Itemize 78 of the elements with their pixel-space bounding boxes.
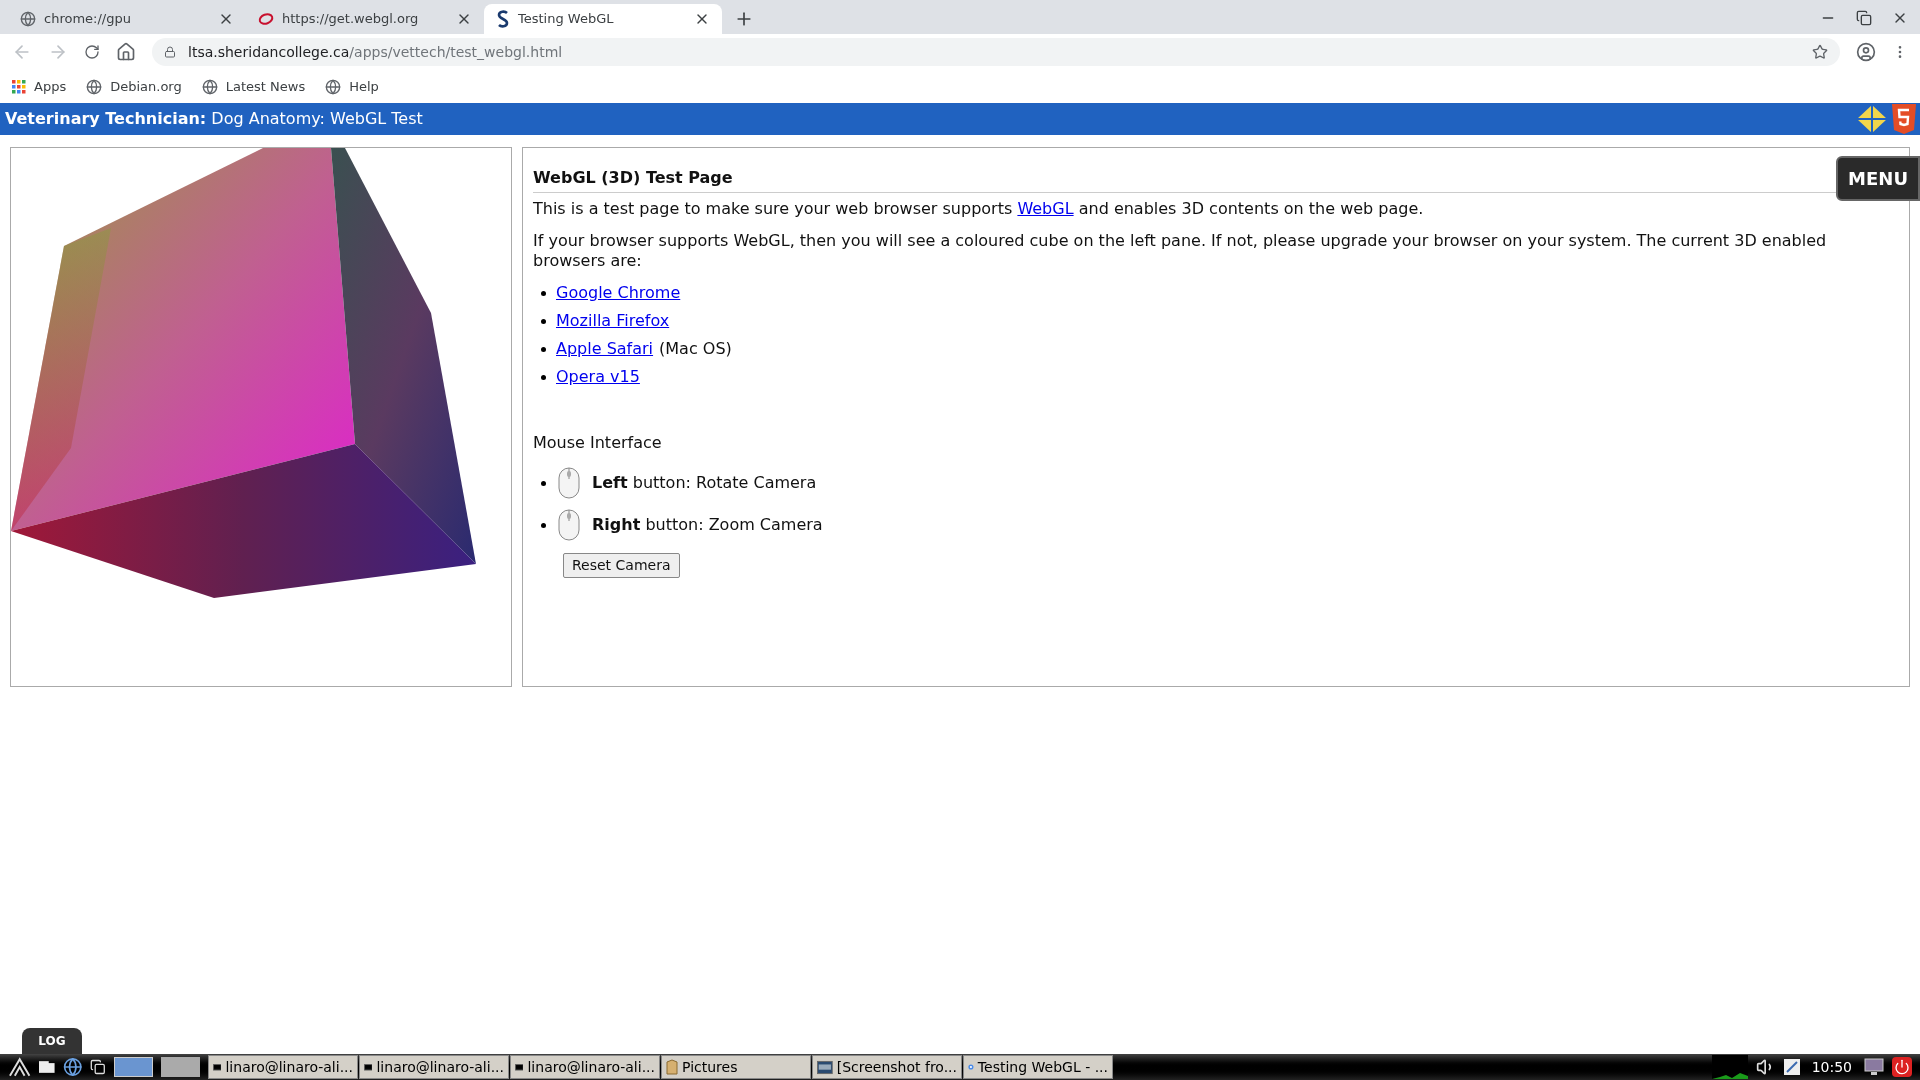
mouse-icon xyxy=(558,467,580,499)
html5-logo-icon xyxy=(1892,104,1916,134)
browser-link[interactable]: Apple Safari xyxy=(556,337,654,361)
globe-icon[interactable] xyxy=(62,1057,83,1077)
reset-camera-button[interactable]: Reset Camera xyxy=(563,553,680,578)
globe-icon xyxy=(325,78,342,95)
browser-note: (Mac OS) xyxy=(659,338,732,360)
mouse-instruction: Right button: Zoom Camera xyxy=(592,514,823,536)
bookmark-label: Apps xyxy=(34,77,67,96)
globe-icon xyxy=(20,11,36,27)
workspace-switcher[interactable] xyxy=(161,1057,200,1077)
taskbar-window-button[interactable]: linaro@linaro-ali... xyxy=(510,1055,660,1079)
browser-link[interactable]: Mozilla Firefox xyxy=(556,309,670,333)
browser-paragraph: If your browser supports WebGL, then you will see a coloured cube on the left pane. If not, please upgrade your browser on your system. The current 3D enabled browsers are: xyxy=(533,231,1828,271)
browser-tab[interactable]: chrome://gpu xyxy=(8,4,246,34)
bookmark-label: Help xyxy=(349,77,379,96)
taskbar-window-button[interactable]: [Screenshot fro... xyxy=(812,1055,962,1079)
globe-icon xyxy=(86,78,103,95)
bookmark-item[interactable]: Help xyxy=(325,76,379,97)
menu-button[interactable]: MENU xyxy=(1836,156,1920,201)
bookmark-item[interactable]: Latest News xyxy=(201,76,306,97)
workspace-switcher[interactable] xyxy=(114,1057,154,1077)
start-menu-icon[interactable] xyxy=(8,1057,32,1077)
globe-icon xyxy=(201,78,218,95)
window-label: [Screenshot fro... xyxy=(836,1057,957,1077)
webgl-link[interactable]: WebGL xyxy=(1017,199,1074,218)
power-icon[interactable] xyxy=(1892,1057,1912,1077)
bullet xyxy=(541,290,546,296)
section-heading: WebGL (3D) Test Page xyxy=(533,166,1839,193)
log-tab[interactable]: LOG xyxy=(22,1028,82,1054)
tab-title: https://get.webgl.org xyxy=(282,10,420,29)
mouse-icon xyxy=(558,509,580,541)
window-label: linaro@linaro-ali... xyxy=(225,1057,353,1077)
taskbar-window-button[interactable]: Pictures xyxy=(661,1055,811,1079)
network-icon[interactable] xyxy=(1783,1059,1800,1075)
home-icon[interactable] xyxy=(116,42,136,62)
lock-screen-icon[interactable] xyxy=(1864,1058,1884,1076)
bookmark-item[interactable]: Apps xyxy=(12,76,67,97)
tab-title: Testing WebGL xyxy=(518,10,615,29)
bookmark-label: Debian.org xyxy=(110,77,182,96)
tab-title: chrome://gpu xyxy=(44,10,132,29)
reload-icon[interactable] xyxy=(84,44,100,60)
bookmark-item[interactable]: Debian.org xyxy=(86,76,182,97)
mouse-heading: Mouse Interface xyxy=(533,432,663,454)
ring-icon xyxy=(258,11,274,27)
restore-icon[interactable] xyxy=(1856,10,1872,26)
windows-icon[interactable] xyxy=(90,1059,106,1075)
bullet xyxy=(541,374,546,380)
bullet xyxy=(541,480,546,486)
lock-icon xyxy=(164,46,176,58)
window-label: linaro@linaro-ali... xyxy=(527,1057,655,1077)
cpu-graph-icon xyxy=(1711,1055,1748,1079)
bullet xyxy=(541,346,546,352)
bullet xyxy=(541,522,546,528)
browser-tab[interactable]: https://get.webgl.org xyxy=(246,4,484,34)
bookmark-star-icon[interactable] xyxy=(1812,44,1828,60)
url-host: ltsa.sheridancollege.ca/apps/vettech/test_webgl.html xyxy=(188,42,563,62)
clock: 10:50 xyxy=(1811,1057,1852,1077)
address-bar[interactable]: ltsa.sheridancollege.ca/apps/vettech/test_webgl.html xyxy=(152,38,1840,66)
image-icon xyxy=(817,1059,833,1075)
apps-grid-icon xyxy=(12,79,26,94)
taskbar-window-button[interactable]: linaro@linaro-ali... xyxy=(208,1055,358,1079)
s-logo-icon xyxy=(496,10,510,28)
browser-link[interactable]: Google Chrome xyxy=(556,281,681,305)
taskbar-window-button[interactable]: Testing WebGL - ... xyxy=(963,1055,1113,1079)
bullet xyxy=(541,318,546,324)
taskbar-window-button[interactable]: linaro@linaro-ali... xyxy=(359,1055,509,1079)
mouse-instruction: Left button: Rotate Camera xyxy=(592,472,817,494)
browser-tab[interactable]: Testing WebGL xyxy=(484,4,722,34)
profile-icon[interactable] xyxy=(1856,42,1876,62)
folder-icon xyxy=(666,1059,678,1075)
window-label: Testing WebGL - ... xyxy=(977,1057,1108,1077)
window-label: linaro@linaro-ali... xyxy=(376,1057,504,1077)
page-title: Veterinary Technician: Dog Anatomy: WebGL Test xyxy=(5,108,424,130)
window-label: Pictures xyxy=(682,1057,738,1077)
browser-link[interactable]: Opera v15 xyxy=(556,365,640,389)
intro-sentence: This is a test page to make sure your web browser supports WebGL and enables 3D contents on the web page. xyxy=(533,198,1425,220)
bookmark-label: Latest News xyxy=(225,77,306,96)
